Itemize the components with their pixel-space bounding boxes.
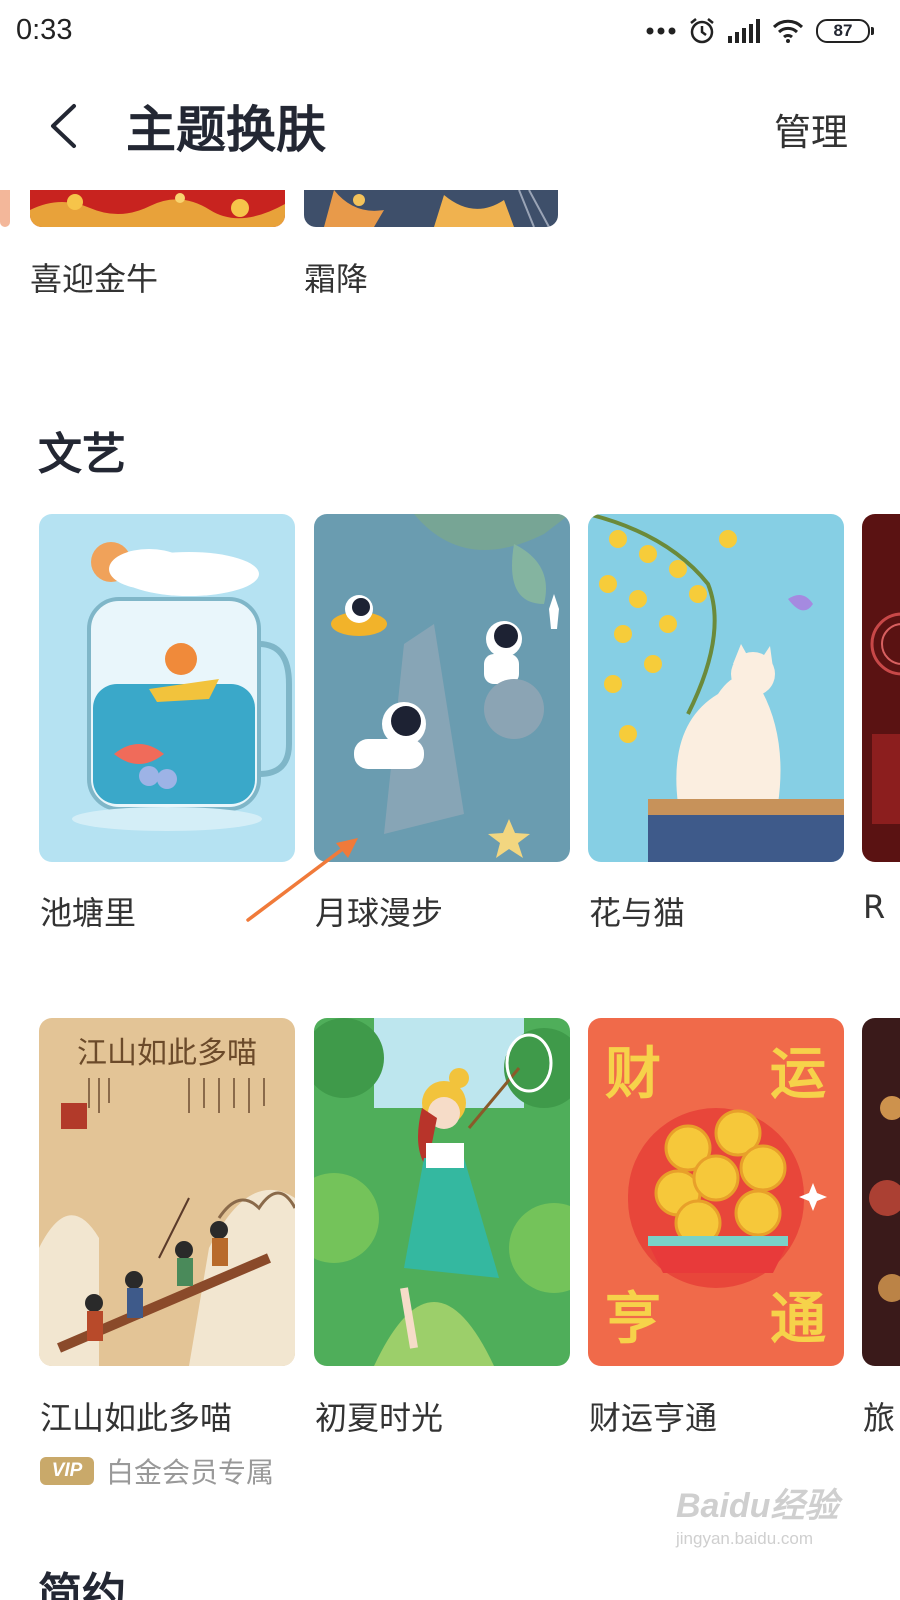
cellular-signal-icon — [728, 19, 760, 43]
watermark-logo: Baidu经验 — [676, 1487, 839, 1525]
theme-label: 池塘里 — [40, 894, 137, 932]
theme-label: 霜降 — [304, 260, 369, 298]
vip-badge: VIP — [40, 1457, 94, 1485]
theme-label: 月球漫步 — [315, 894, 444, 932]
baidu-jingyan-watermark: Baidu经验 jingyan.baidu.com — [676, 1478, 838, 1549]
page-title: 主题换肤 — [126, 101, 326, 159]
theme-thumbnail-xiying-jinniu[interactable] — [30, 190, 285, 227]
thumbnail-title-text: 江山如此多喵 — [77, 1036, 257, 1071]
theme-card-partial-r[interactable] — [862, 514, 900, 862]
theme-label: R — [863, 888, 886, 926]
theme-card-hua-yu-mao[interactable] — [588, 514, 844, 862]
back-button[interactable] — [38, 96, 88, 156]
status-bar: 0:33 87 — [0, 0, 900, 62]
manage-button[interactable]: 管理 — [774, 102, 848, 156]
theme-card-yueqiu-manbu[interactable] — [314, 514, 570, 862]
thumbnail-char-yun: 运 — [770, 1042, 826, 1107]
battery-icon: 87 — [816, 19, 874, 43]
alarm-icon — [690, 18, 714, 44]
status-time: 0:33 — [16, 14, 73, 46]
theme-label: 财运亨通 — [589, 1399, 718, 1437]
thumbnail-char-heng: 亨 — [605, 1287, 661, 1352]
theme-label: 江山如此多喵 — [40, 1399, 233, 1437]
section-title: 文艺 — [38, 429, 126, 480]
chevron-left-icon — [51, 104, 76, 148]
watermark-url: jingyan.baidu.com — [676, 1529, 814, 1548]
theme-thumbnail-partial[interactable] — [0, 190, 10, 227]
app-header: 主题换肤 管理 — [0, 62, 900, 190]
theme-label: 初夏时光 — [315, 1399, 444, 1437]
more-dots-icon — [646, 27, 676, 35]
theme-label: 旅 — [863, 1399, 896, 1437]
theme-card-caiyun-hengtong[interactable]: 财 运 亨 通 — [588, 1018, 844, 1366]
theme-label: 喜迎金牛 — [30, 260, 159, 298]
wifi-icon — [772, 19, 804, 43]
theme-card-partial-lv[interactable] — [862, 1018, 900, 1366]
section-title: 简约 — [38, 1569, 126, 1600]
thumbnail-char-tong: 通 — [770, 1287, 826, 1352]
status-icons: 87 — [646, 16, 874, 46]
theme-thumbnail-shuangjiang[interactable] — [304, 190, 558, 227]
theme-card-chitangli[interactable] — [39, 514, 295, 862]
thumbnail-char-cai: 财 — [605, 1042, 661, 1107]
theme-card-jiangshan-ruci-duomiao[interactable]: 江山如此多喵 — [39, 1018, 295, 1366]
vip-text: 白金会员专属 — [106, 1456, 275, 1489]
theme-card-chuxia-shiguang[interactable] — [314, 1018, 570, 1366]
vip-tag: VIP 白金会员专属 — [40, 1451, 274, 1491]
theme-label: 花与猫 — [589, 894, 686, 932]
